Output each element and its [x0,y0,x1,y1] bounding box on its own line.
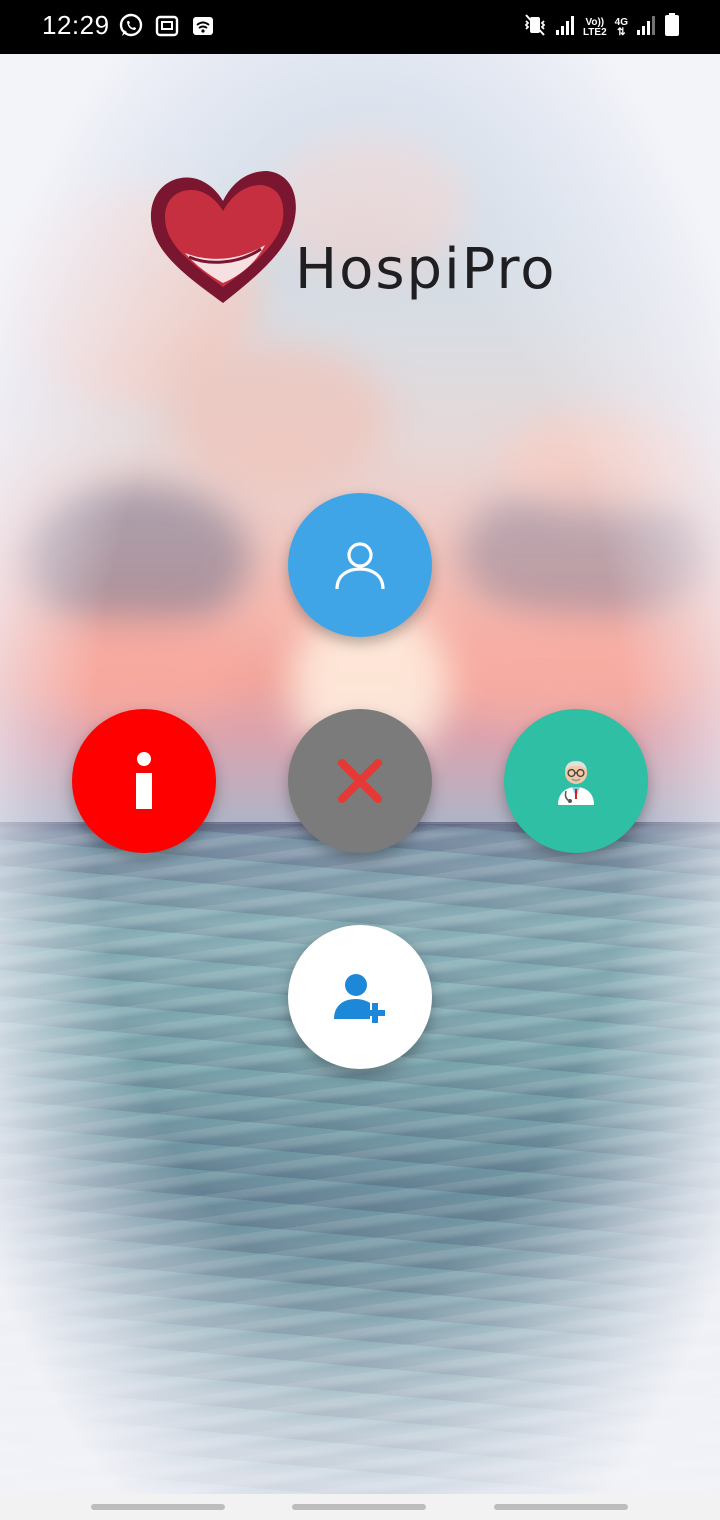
signal-2-icon [636,12,656,43]
app-screen: 12:29 Vo)) LTE2 4G ⇅ HospiPro [0,0,720,1520]
app-icon [154,13,180,44]
status-bar: 12:29 Vo)) LTE2 4G ⇅ [0,0,720,54]
cloud [20,484,250,634]
network-type: Vo)) LTE2 [582,16,607,38]
user-outline-icon [335,542,385,590]
data-type-label: 4G [614,16,628,28]
profile-button[interactable] [288,493,432,637]
status-time: 12:29 [42,10,110,40]
app-logo: HospiPro [145,165,585,315]
lte-label: LTE2 [582,26,607,38]
cloud [500,414,710,514]
add-user-icon [334,974,385,1023]
heart-hand-icon [150,171,296,303]
cloud [20,614,240,724]
battery-icon [664,12,680,43]
data-arrows-icon: ⇅ [617,26,626,38]
signal-1-icon [555,12,575,43]
wifi-calling-icon [190,13,216,44]
home-button[interactable] [292,1504,426,1510]
close-x-icon [338,759,382,803]
cloud [430,614,690,724]
notification-icons [118,13,216,44]
close-menu-button[interactable] [288,709,432,853]
back-button[interactable] [494,1504,628,1510]
doctor-button[interactable] [504,709,648,853]
volte-label: Vo)) [585,16,605,28]
system-icons: Vo)) LTE2 4G ⇅ [523,12,680,43]
brand-name: HospiPro [295,237,557,302]
whatsapp-icon [118,13,144,44]
cloud [170,344,390,494]
info-button[interactable] [72,709,216,853]
add-patient-button[interactable] [288,925,432,1069]
vibrate-mute-icon [523,12,547,43]
recent-apps-button[interactable] [91,1504,225,1510]
doctor-icon [558,761,594,805]
info-icon [136,752,152,809]
data-type: 4G ⇅ [614,16,628,38]
navigation-bar [0,1494,720,1520]
